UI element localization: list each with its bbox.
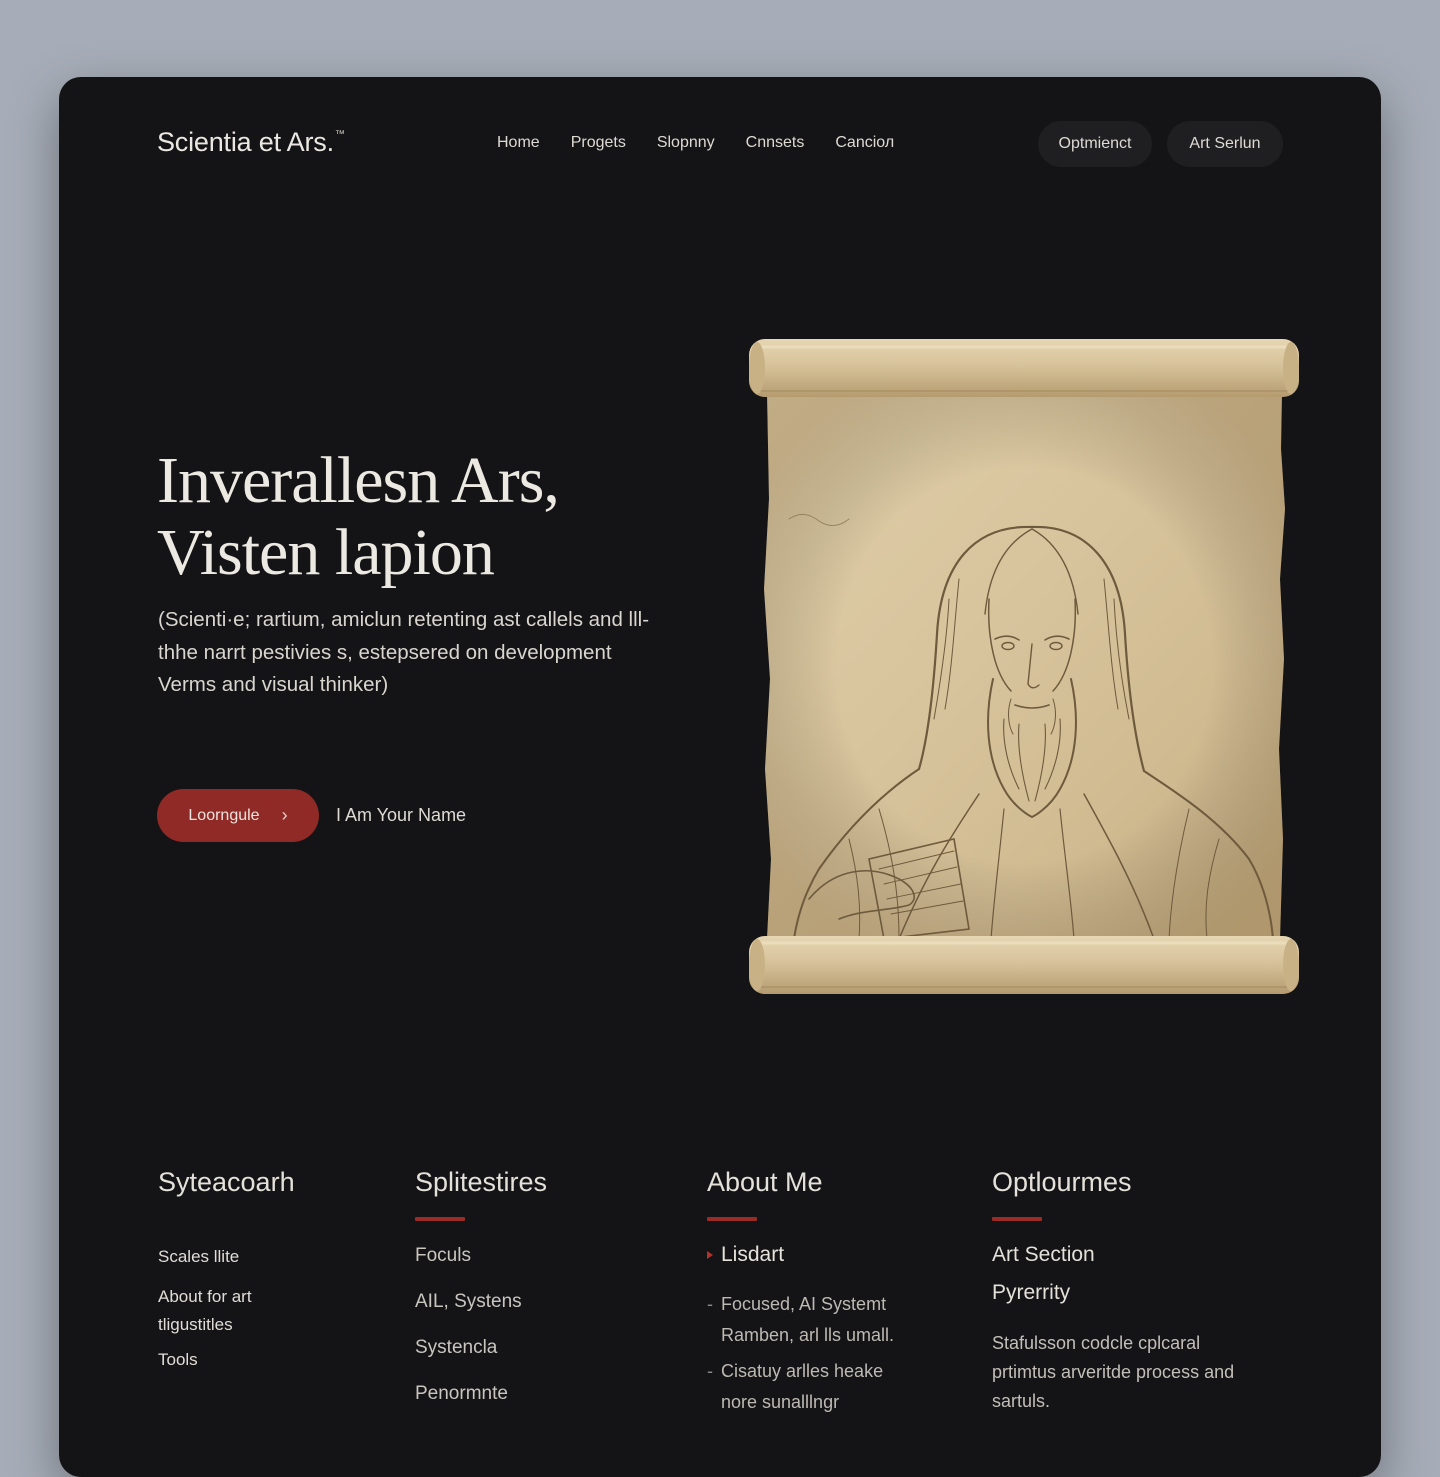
scroll-portrait-illustration bbox=[749, 339, 1299, 994]
app-window: Scientia et Ars.™ Home Progets Slopnny C… bbox=[59, 77, 1381, 1477]
column-title: About Me bbox=[707, 1167, 823, 1197]
column-2-item[interactable]: Systencla bbox=[415, 1337, 547, 1359]
column-2-item[interactable]: Penormnte bbox=[415, 1383, 547, 1405]
footer-column-1: Syteacoarh Scales llite About for art tl… bbox=[158, 1167, 295, 1374]
column-title: Syteacoarh bbox=[158, 1167, 295, 1197]
footer-column-2: Splitestires Foculs AIL, Systens Systenc… bbox=[415, 1167, 547, 1405]
hero-title-line-1: Inverallesn Ars, bbox=[157, 444, 560, 517]
column-title: Optlourmes bbox=[992, 1167, 1132, 1197]
column-1-item[interactable]: Tools bbox=[158, 1346, 295, 1374]
secondary-link[interactable]: I Am Your Name bbox=[336, 805, 466, 826]
column-2-item[interactable]: Foculs bbox=[415, 1245, 547, 1267]
footer-column-3: About Me Lisdart - Focused, AI Systemt R… bbox=[707, 1167, 897, 1418]
cta-button[interactable]: Loorngule › bbox=[157, 789, 319, 842]
column-1-item[interactable]: About for art tligustitles bbox=[158, 1283, 288, 1339]
brand-name: Scientia et Ars. bbox=[157, 127, 334, 157]
column-2-item[interactable]: AIL, Systens bbox=[415, 1291, 547, 1313]
brand-mark: ™ bbox=[334, 129, 345, 140]
nav-item-3[interactable]: Slopnny bbox=[657, 134, 715, 152]
nav-item-5[interactable]: Canciол bbox=[835, 134, 894, 152]
column-title: Splitestires bbox=[415, 1167, 548, 1197]
column-3-heading[interactable]: Lisdart bbox=[707, 1243, 897, 1267]
nav-home[interactable]: Home bbox=[497, 134, 540, 152]
column-3-item[interactable]: - Cisatuy arlles heake nore sunalllngr bbox=[707, 1356, 897, 1418]
column-3-item-label: Cisatuy arlles heake nore sunalllngr bbox=[721, 1361, 884, 1412]
hero-title-line-2: Visten lapion bbox=[157, 516, 495, 589]
nav-item-4[interactable]: Cnnsets bbox=[746, 134, 805, 152]
column-4-text: Stafulsson codcle cplcaral prtimtus arve… bbox=[992, 1333, 1235, 1411]
column-3-item[interactable]: - Focused, AI Systemt Ramben, arl lls um… bbox=[707, 1289, 897, 1351]
dash-bullet: - bbox=[707, 1294, 713, 1314]
header-button-1[interactable]: Optmienct bbox=[1038, 121, 1152, 167]
column-1-item[interactable]: Scales llite bbox=[158, 1243, 295, 1271]
accent-underline bbox=[992, 1217, 1042, 1221]
column-3-item-label: Focused, AI Systemt Ramben, arl lls umal… bbox=[721, 1294, 895, 1345]
cta-label: Loorngule bbox=[188, 806, 260, 824]
column-4-item[interactable]: Art Section bbox=[992, 1243, 1252, 1267]
header-button-2[interactable]: Art Serlun bbox=[1167, 121, 1283, 167]
dash-bullet: - bbox=[707, 1361, 713, 1381]
column-4-item[interactable]: Pyrerrity bbox=[992, 1281, 1252, 1305]
hero-title: Inverallesn Ars, Visten lapion bbox=[157, 444, 560, 589]
column-3-heading-label: Lisdart bbox=[721, 1243, 785, 1266]
footer-column-4: Optlourmes Art Section Pyrerrity Stafuls… bbox=[992, 1167, 1252, 1416]
accent-underline bbox=[415, 1217, 465, 1221]
nav-projects[interactable]: Progets bbox=[571, 134, 626, 152]
triangle-bullet-icon bbox=[707, 1251, 713, 1259]
accent-underline bbox=[707, 1217, 757, 1221]
hero-description: (Scienti·e; rartium, amiclun retenting a… bbox=[158, 608, 650, 696]
chevron-right-icon: › bbox=[281, 805, 288, 825]
brand-logo[interactable]: Scientia et Ars.™ bbox=[157, 127, 345, 158]
main-nav: Home Progets Slopnny Cnnsets Canciол bbox=[497, 134, 894, 152]
